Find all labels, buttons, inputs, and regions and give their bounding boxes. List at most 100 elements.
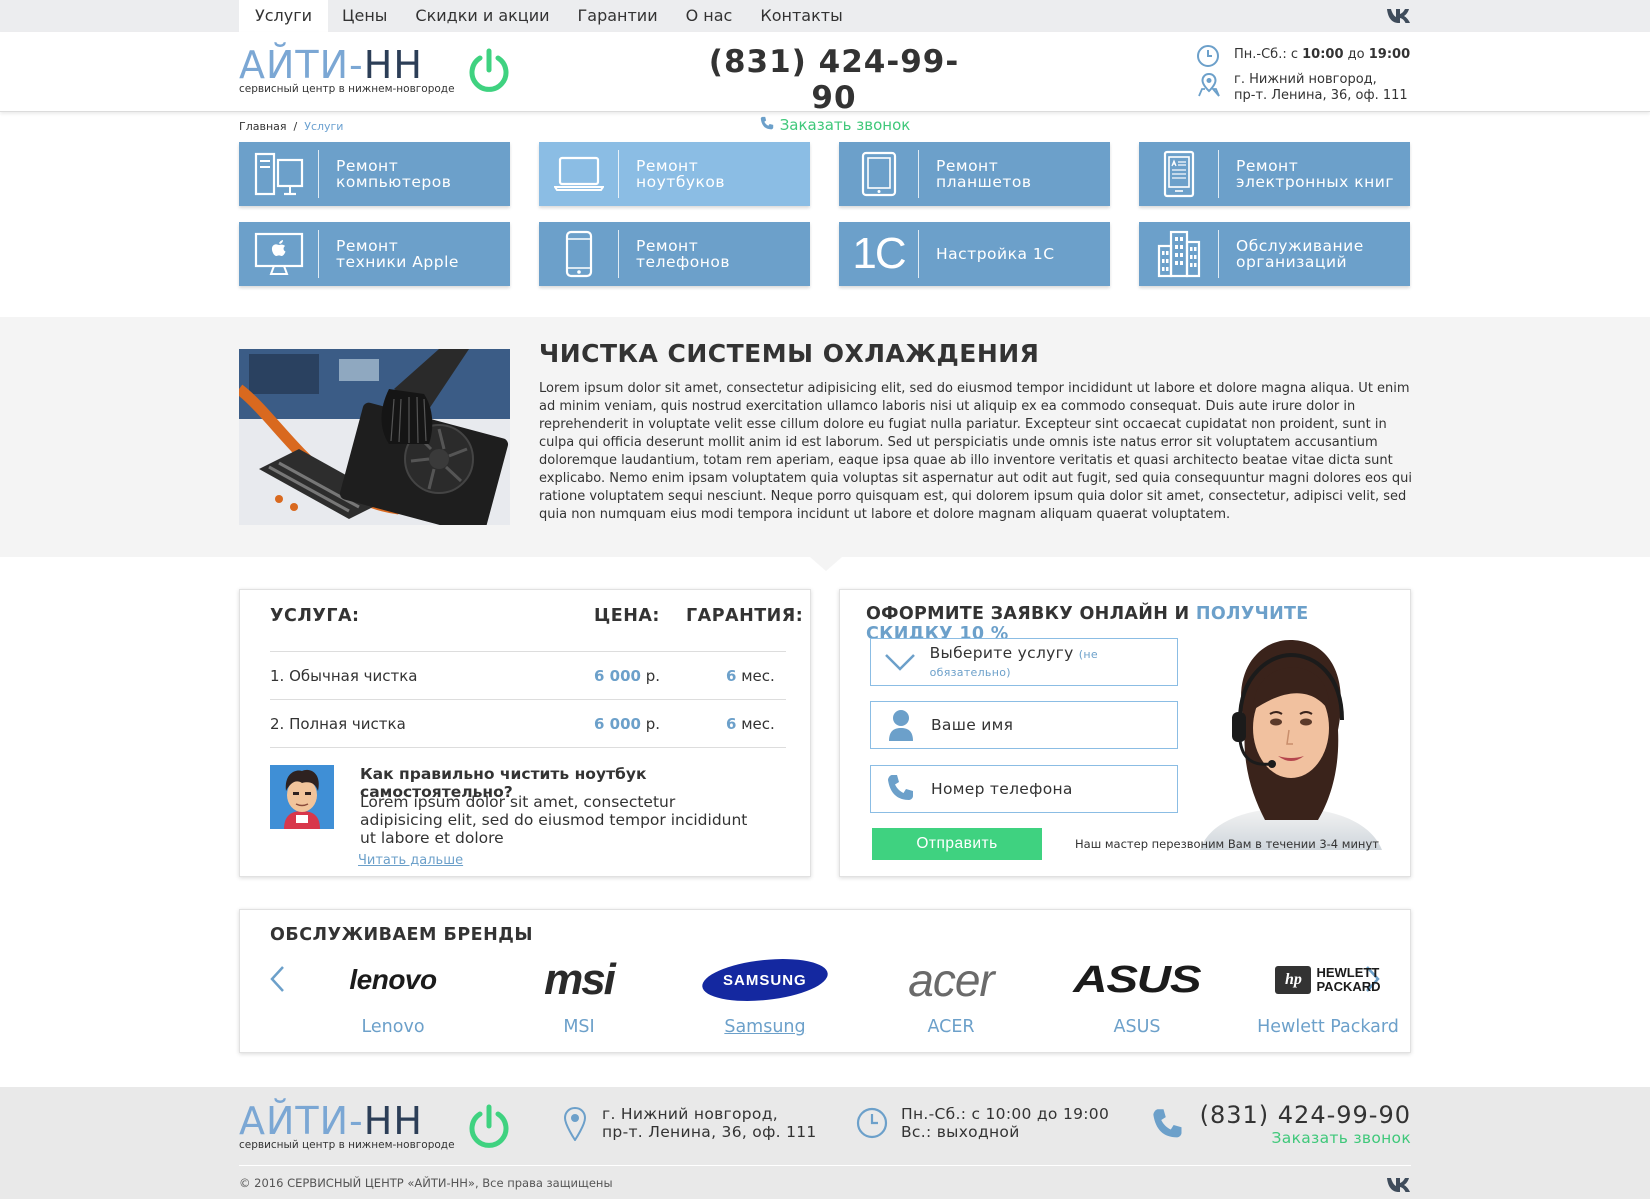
logo-text-part2: НН: [363, 43, 423, 87]
top-nav: Услуги Цены Скидки и акции Гарантии О на…: [0, 0, 1650, 32]
header-contacts: Пн.-Сб.: с 10:00 до 19:00 г. Нижний новг…: [1196, 44, 1411, 104]
service-tablets[interactable]: Ремонт планшетов: [839, 142, 1110, 206]
read-more-link[interactable]: Читать дальше: [358, 853, 463, 868]
header-hours: Пн.-Сб.: с 10:00 до 19:00: [1196, 44, 1411, 72]
service-ebooks[interactable]: Ремонт электронных книг: [1139, 142, 1410, 206]
footer-phone[interactable]: (831) 424-99-90: [1200, 1101, 1411, 1129]
site-header: АЙТИ-НН сервисный центр в нижнем-новгоро…: [0, 32, 1650, 134]
building-icon: [1157, 230, 1200, 278]
select-label: Выберите услугу: [929, 644, 1074, 662]
breadcrumb-home[interactable]: Главная: [239, 120, 287, 133]
tip-body: Lorem ipsum dolor sit amet, consectetur …: [360, 793, 748, 847]
1c-icon: 1С: [852, 229, 906, 278]
laptop-icon: [553, 156, 604, 191]
nav-item-prices[interactable]: Цены: [328, 0, 401, 32]
brand-name: MSI: [563, 1017, 595, 1037]
row-warranty: 6 мес.: [726, 715, 775, 733]
col-price: ЦЕНА:: [594, 606, 660, 626]
col-warranty: ГАРАНТИЯ:: [686, 606, 804, 626]
footer-logo[interactable]: АЙТИ-НН сервисный центр в нижнем-новгоро…: [239, 1102, 509, 1157]
brand-name: ACER: [927, 1017, 975, 1037]
nav-item-contacts[interactable]: Контакты: [746, 0, 856, 32]
brand-asus[interactable]: ASUS ASUS: [1062, 954, 1212, 1044]
nav-item-warranty[interactable]: Гарантии: [564, 0, 672, 32]
price-table-header: УСЛУГА: ЦЕНА: ГАРАНТИЯ:: [270, 604, 804, 652]
footer-address-line2: пр-т. Ленина, 36, оф. 111: [602, 1123, 817, 1141]
service-label-line1: Ремонт: [1236, 157, 1299, 175]
brand-lenovo[interactable]: lenovo Lenovo: [318, 954, 468, 1044]
service-laptops[interactable]: Ремонт ноутбуков: [539, 142, 810, 206]
service-select[interactable]: Выберите услугу (не обязательно): [870, 638, 1178, 686]
row-price: 6 000 р.: [594, 667, 661, 685]
footer-address-line1: г. Нижний новгород,: [602, 1105, 778, 1123]
address-line1: г. Нижний новгород,: [1234, 72, 1377, 87]
service-label-line1: Ремонт: [336, 237, 399, 255]
service-label-line1: Ремонт: [936, 157, 999, 175]
tablet-icon: [861, 151, 896, 197]
breadcrumb-separator: /: [293, 120, 298, 133]
support-operator-image: [1200, 640, 1382, 850]
nav-item-about[interactable]: О нас: [672, 0, 747, 32]
submit-button[interactable]: Отправить: [872, 828, 1042, 860]
nav-item-discounts[interactable]: Скидки и акции: [401, 0, 563, 32]
location-pin-icon: [564, 1107, 586, 1141]
author-avatar: [270, 765, 334, 829]
header-phone[interactable]: (831) 424-99-90: [689, 44, 979, 116]
callback-note: Наш мастер перезвоним Вам в течении 3-4 …: [1075, 837, 1379, 851]
phone-placeholder: Номер телефона: [931, 780, 1073, 798]
brand-name: Samsung: [724, 1017, 806, 1037]
power-icon: [469, 48, 509, 92]
lenovo-logo: lenovo: [349, 964, 437, 995]
service-apple[interactable]: Ремонт техники Apple: [239, 222, 510, 286]
brand-name: Hewlett Packard: [1257, 1017, 1399, 1037]
service-1c[interactable]: 1С Настройка 1С: [839, 222, 1110, 286]
phone-handset-icon: [888, 775, 913, 800]
row-service-name: 2. Полная чистка: [270, 715, 406, 733]
vk-icon[interactable]: [1387, 1177, 1411, 1193]
header-address: г. Нижний новгород, пр-т. Ленина, 36, оф…: [1196, 72, 1411, 104]
footer-address: г. Нижний новгород, пр-т. Ленина, 36, оф…: [564, 1105, 817, 1141]
asus-logo: ASUS: [1073, 958, 1202, 1001]
nav-item-services[interactable]: Услуги: [239, 0, 329, 32]
footer-phone-block: (831) 424-99-90 Заказать звонок: [1153, 1101, 1411, 1147]
footer-hours-line2: Вс.: выходной: [901, 1123, 1020, 1141]
name-placeholder: Ваше имя: [931, 716, 1014, 734]
phone-field[interactable]: Номер телефона: [870, 765, 1178, 813]
service-organizations[interactable]: Обслуживание организаций: [1139, 222, 1410, 286]
service-phones[interactable]: Ремонт телефонов: [539, 222, 810, 286]
footer-callback-link[interactable]: Заказать звонок: [1200, 1129, 1411, 1147]
vk-icon[interactable]: [1387, 7, 1411, 25]
copyright: © 2016 СЕРВИСНЫЙ ЦЕНТР «АЙТИ-НН», Все пр…: [239, 1176, 613, 1190]
site-logo[interactable]: АЙТИ-НН сервисный центр в нижнем-новгоро…: [239, 46, 509, 101]
chevron-down-icon: [885, 654, 916, 671]
brand-samsung[interactable]: SAMSUNG Samsung: [690, 953, 840, 1044]
name-field[interactable]: Ваше имя: [870, 701, 1178, 749]
msi-logo: msi: [544, 955, 616, 1004]
article-title: ЧИСТКА СИСТЕМЫ ОХЛАЖДЕНИЯ: [539, 339, 1040, 368]
brand-acer[interactable]: acer ACER: [876, 954, 1026, 1044]
brand-hp[interactable]: hp HEWLETT PACKARD Hewlett Packard: [1248, 954, 1408, 1044]
footer-divider: [239, 1165, 1411, 1166]
carousel-prev-arrow-icon[interactable]: [267, 964, 289, 994]
table-row: 2. Полная чистка 6 000 р. 6 мес.: [270, 700, 786, 748]
brands-carousel: ОБСЛУЖИВАЕМ БРЕНДЫ lenovo Lenovo msi MSI…: [239, 909, 1411, 1053]
row-price: 6 000 р.: [594, 715, 661, 733]
services-grid: Ремонт компьютеров Ремонт ноутбуков Ремонт…: [239, 142, 1411, 286]
order-form: ОФОРМИТЕ ЗАЯВКУ ОНЛАЙН И ПОЛУЧИТЕ СКИДКУ…: [839, 589, 1411, 877]
article-text: ЧИСТКА СИСТЕМЫ ОХЛАЖДЕНИЯ Lorem ipsum do…: [539, 339, 1419, 524]
service-computers[interactable]: Ремонт компьютеров: [239, 142, 510, 206]
cooling-system-photo: [239, 349, 510, 525]
service-label-line2: электронных книг: [1236, 173, 1394, 191]
ebook-icon: [1163, 150, 1194, 198]
logo-text-part1: АЙТИ-: [239, 43, 364, 87]
article-section: ЧИСТКА СИСТЕМЫ ОХЛАЖДЕНИЯ Lorem ipsum do…: [0, 317, 1650, 571]
brand-name: ASUS: [1113, 1017, 1161, 1037]
samsung-logo: SAMSUNG: [690, 953, 840, 1007]
row-service-name: 1. Обычная чистка: [270, 667, 418, 685]
clock-icon: [856, 1107, 888, 1139]
service-label-line1: Ремонт: [336, 157, 399, 175]
brand-name: Lenovo: [361, 1017, 425, 1037]
brand-msi[interactable]: msi MSI: [504, 954, 654, 1044]
power-icon: [469, 1104, 509, 1148]
tip-block: Как правильно чистить ноутбук самостояте…: [270, 765, 786, 868]
